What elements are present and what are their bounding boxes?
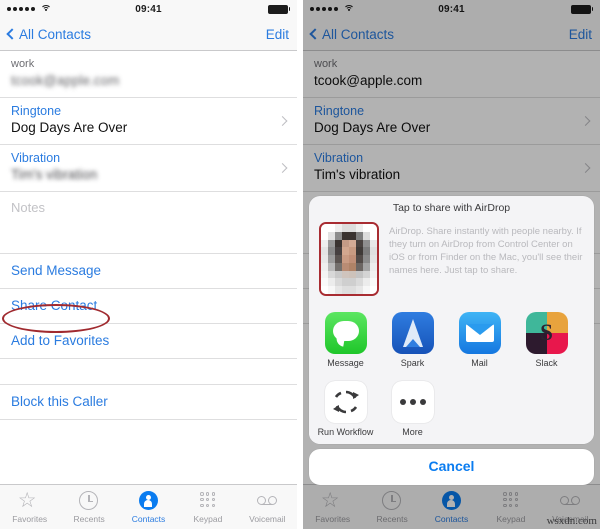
tab-recents[interactable]: Recents bbox=[59, 490, 118, 524]
vibration-label: Vibration bbox=[11, 151, 61, 165]
tab-voicemail[interactable]: Voicemail bbox=[238, 490, 297, 524]
navigation-bar: All Contacts Edit bbox=[0, 18, 297, 51]
share-contact-action[interactable]: Share Contact bbox=[0, 289, 297, 324]
share-apps-row: Message Spark Mail S Slack bbox=[309, 306, 594, 375]
share-sheet-card: Tap to share with AirDrop AirDrop. Share… bbox=[309, 196, 594, 444]
slack-app-icon: S bbox=[525, 312, 568, 354]
share-app-spark[interactable]: Spark bbox=[384, 312, 441, 369]
add-to-favorites-label: Add to Favorites bbox=[11, 333, 110, 348]
share-app-slack[interactable]: S Slack bbox=[518, 312, 575, 369]
back-button[interactable]: All Contacts bbox=[6, 26, 92, 42]
ringtone-label: Ringtone bbox=[11, 104, 62, 118]
spark-app-icon bbox=[391, 312, 434, 354]
messages-app-icon bbox=[324, 312, 367, 354]
tab-recents-label: Recents bbox=[73, 514, 105, 524]
share-app-message-label: Message bbox=[327, 358, 364, 368]
notes-placeholder: Notes bbox=[11, 200, 45, 215]
share-app-message[interactable]: Message bbox=[317, 312, 374, 369]
contact-icon bbox=[137, 490, 161, 512]
screenshot-stage: 09:41 All Contacts Edit work tcook@apple… bbox=[0, 0, 600, 529]
notes-row[interactable]: Notes bbox=[0, 192, 297, 254]
email-value: tcook@apple.com bbox=[11, 73, 120, 88]
list-spacer bbox=[0, 359, 297, 385]
airdrop-contact-avatar[interactable] bbox=[319, 222, 379, 296]
add-to-favorites-action[interactable]: Add to Favorites bbox=[0, 324, 297, 359]
tab-contacts-label: Contacts bbox=[131, 514, 166, 524]
share-app-slack-label: Slack bbox=[535, 358, 558, 368]
share-sheet-title: Tap to share with AirDrop bbox=[392, 202, 511, 214]
share-contact-label: Share Contact bbox=[11, 298, 98, 313]
vibration-row[interactable]: Vibration Tim's vibration bbox=[0, 145, 297, 192]
tab-keypad-label: Keypad bbox=[193, 514, 223, 524]
keypad-icon bbox=[196, 490, 220, 512]
tab-bar: ☆ Favorites Recents Contacts Keypad Voic… bbox=[0, 484, 297, 529]
email-row[interactable]: work tcook@apple.com bbox=[0, 51, 297, 98]
block-this-caller-label: Block this Caller bbox=[11, 394, 108, 409]
edit-button[interactable]: Edit bbox=[266, 27, 289, 42]
refresh-icon bbox=[324, 381, 367, 423]
airdrop-section: AirDrop. Share instantly with people nea… bbox=[309, 218, 594, 306]
block-this-caller-action[interactable]: Block this Caller bbox=[0, 385, 297, 420]
tab-keypad[interactable]: Keypad bbox=[178, 490, 237, 524]
clock-icon bbox=[77, 490, 101, 512]
send-message-action[interactable]: Send Message bbox=[0, 254, 297, 289]
ringtone-value: Dog Days Are Over bbox=[11, 120, 128, 135]
share-action-run-workflow-label: Run Workflow bbox=[317, 427, 374, 437]
tab-voicemail-label: Voicemail bbox=[249, 514, 286, 524]
ellipsis-icon bbox=[391, 381, 434, 423]
tab-contacts[interactable]: Contacts bbox=[119, 490, 178, 524]
send-message-label: Send Message bbox=[11, 263, 102, 278]
email-label: work bbox=[11, 58, 35, 70]
share-actions-row: Run Workflow More bbox=[309, 375, 594, 444]
mail-app-icon bbox=[458, 312, 501, 354]
tab-favorites[interactable]: ☆ Favorites bbox=[0, 490, 59, 524]
voicemail-icon bbox=[255, 490, 279, 512]
star-icon: ☆ bbox=[17, 489, 37, 512]
share-action-more[interactable]: More bbox=[384, 381, 441, 438]
contact-detail-list: work tcook@apple.com Ringtone Dog Days A… bbox=[0, 51, 297, 420]
cancel-button[interactable]: Cancel bbox=[309, 449, 594, 485]
right-phone-screen: 09:41 All Contacts Edit work tcook@apple… bbox=[303, 0, 600, 529]
status-bar-clock: 09:41 bbox=[135, 3, 162, 15]
tab-favorites-label: Favorites bbox=[12, 514, 48, 524]
site-watermark: wsxdn.com bbox=[546, 515, 597, 527]
left-phone-screen: 09:41 All Contacts Edit work tcook@apple… bbox=[0, 0, 297, 529]
share-app-mail-label: Mail bbox=[471, 358, 488, 368]
chevron-left-icon bbox=[6, 28, 18, 40]
back-button-label: All Contacts bbox=[19, 26, 92, 42]
share-app-mail[interactable]: Mail bbox=[451, 312, 508, 369]
vibration-value: Tim's vibration bbox=[11, 167, 98, 182]
share-sheet: Tap to share with AirDrop AirDrop. Share… bbox=[309, 196, 594, 485]
share-action-run-workflow[interactable]: Run Workflow bbox=[317, 381, 374, 438]
share-app-spark-label: Spark bbox=[400, 358, 425, 368]
share-action-more-label: More bbox=[402, 427, 423, 437]
cancel-button-label: Cancel bbox=[428, 458, 475, 474]
status-bar: 09:41 bbox=[0, 0, 297, 18]
ringtone-row[interactable]: Ringtone Dog Days Are Over bbox=[0, 98, 297, 145]
